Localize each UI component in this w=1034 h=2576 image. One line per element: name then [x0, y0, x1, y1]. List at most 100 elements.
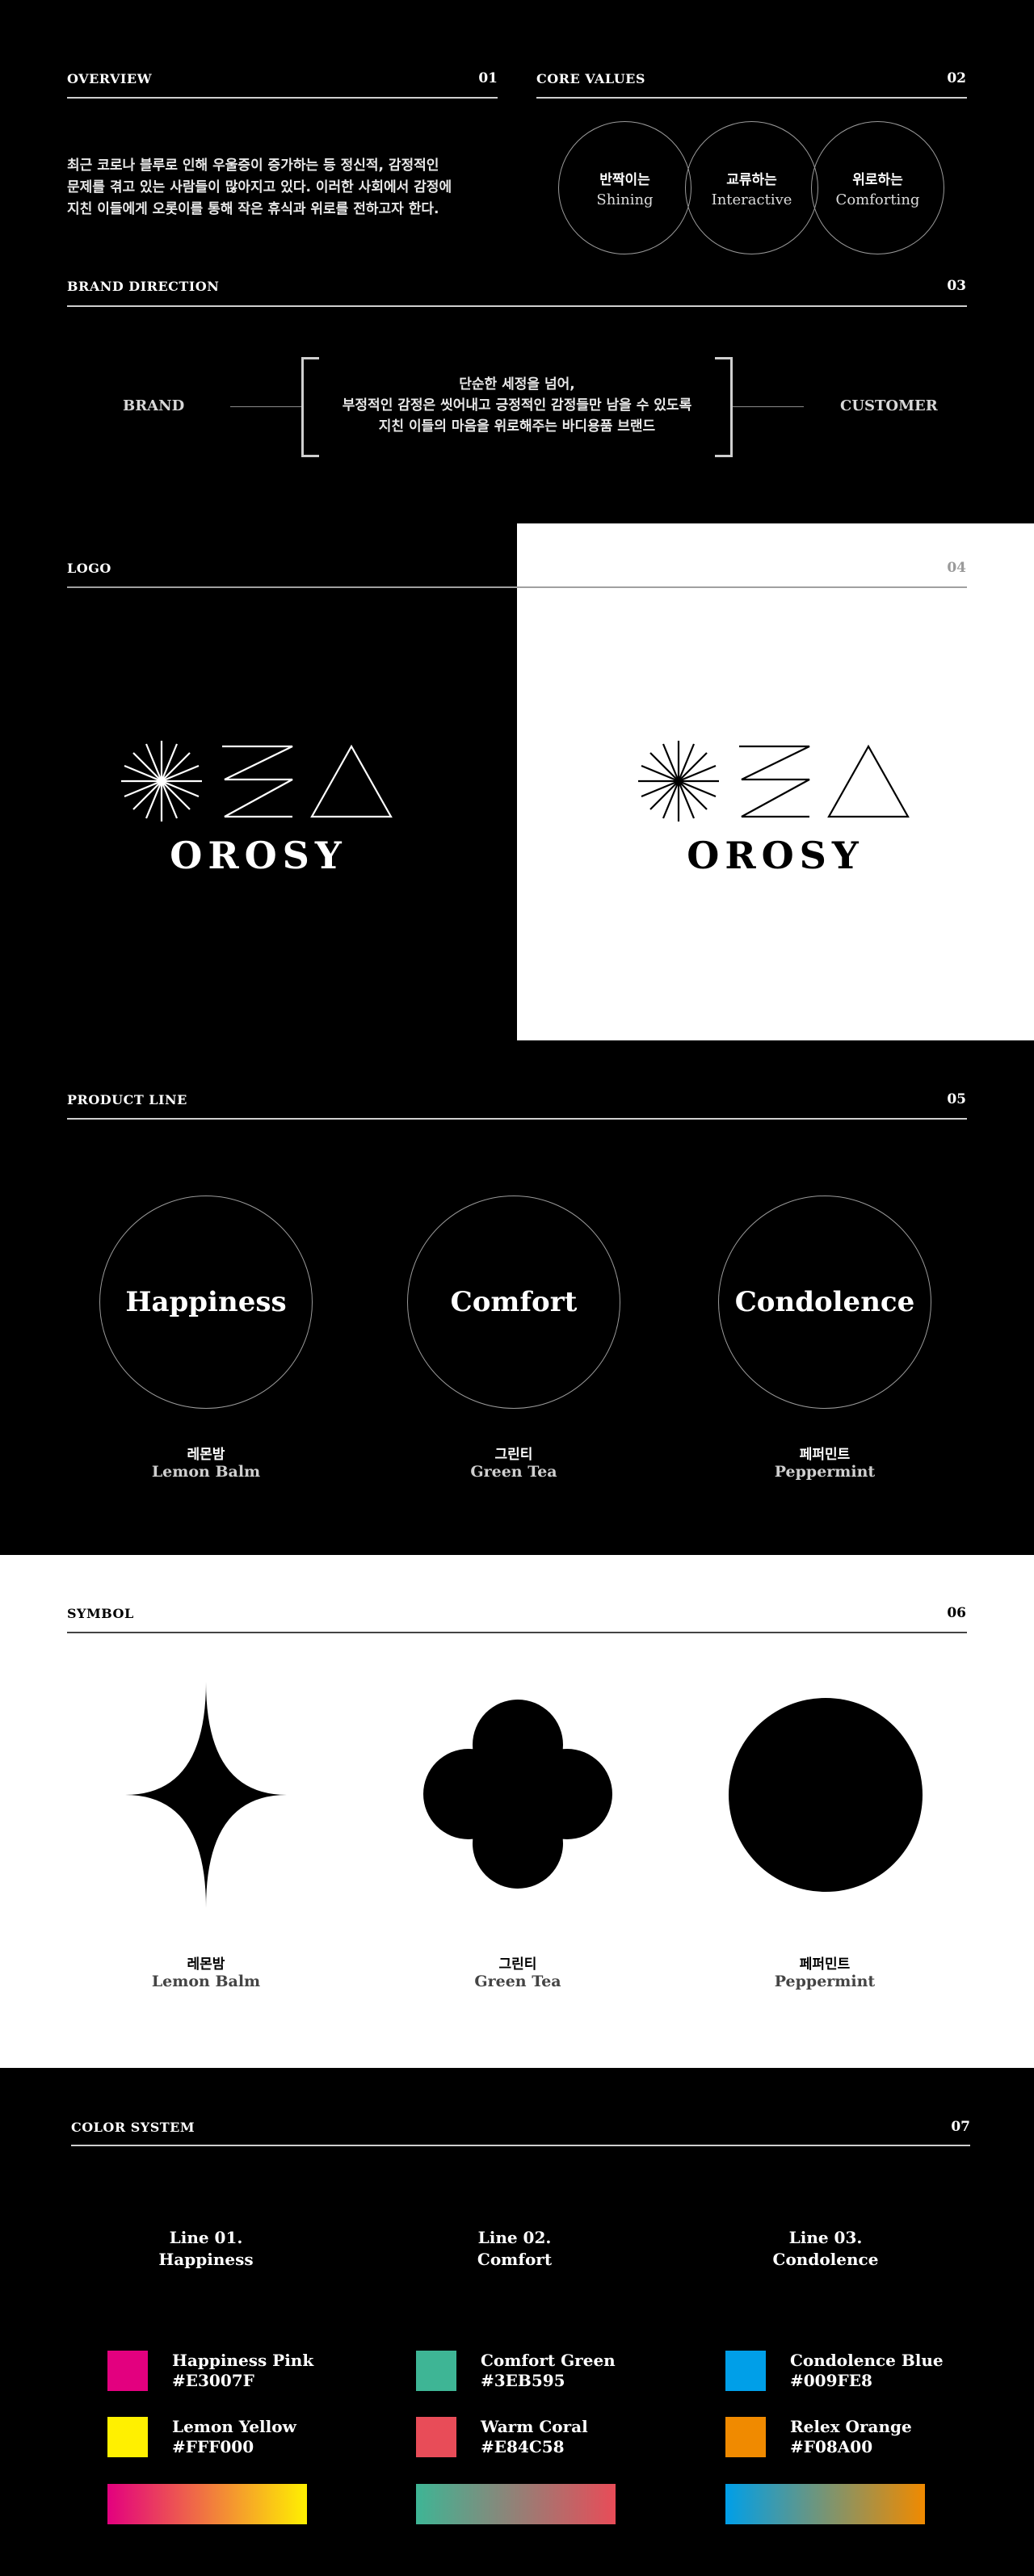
symbol-kor: 레몬밤 — [187, 1956, 225, 1973]
product-name: Happiness — [125, 1286, 287, 1318]
product-eng: Peppermint — [774, 1463, 876, 1481]
product-kor: 페퍼민트 — [799, 1447, 851, 1463]
color-system-num: 07 — [951, 2119, 970, 2135]
color-swatch-warm-coral — [416, 2417, 456, 2457]
product-eng: Lemon Balm — [151, 1463, 261, 1481]
logo-label: LOGO — [67, 561, 111, 576]
logo-wordmark: OROSY — [687, 834, 864, 877]
line-number: Line 03. — [788, 2228, 863, 2247]
brand-label: BRAND — [123, 397, 185, 414]
color-swatch-lemon-yellow — [107, 2417, 148, 2457]
product-caption-comfort: 그린티 Green Tea — [433, 1443, 595, 1481]
logo-num: 04 — [947, 560, 966, 576]
color-hex: #FFF000 — [172, 2437, 254, 2456]
product-line-label: PRODUCT LINE — [67, 1092, 187, 1107]
clover-icon — [423, 1700, 612, 1889]
product-eng: Green Tea — [470, 1463, 557, 1481]
brand-connector-right — [733, 406, 804, 407]
logo-wordmark: OROSY — [170, 834, 347, 877]
color-hex: #E84C58 — [481, 2437, 565, 2456]
overview-num: 01 — [478, 70, 498, 86]
symbol-num: 06 — [947, 1605, 966, 1621]
product-circle-happiness: Happiness — [99, 1196, 313, 1409]
core-value-eng: Comforting — [835, 191, 920, 208]
overview-rule — [67, 97, 498, 99]
logo-dark: OROSY — [121, 739, 396, 877]
core-value-interactive: 교류하는 Interactive — [685, 121, 818, 254]
color-line-3-title: Line 03. Condolence — [745, 2227, 906, 2271]
product-name: Comfort — [450, 1286, 578, 1318]
core-value-eng: Shining — [596, 191, 654, 208]
color-name: Comfort Green — [481, 2351, 616, 2370]
symbol-kor: 그린티 — [498, 1956, 537, 1973]
symbol-rule — [67, 1632, 967, 1633]
overview-label: OVERVIEW — [67, 71, 153, 86]
color-name: Condolence Blue — [790, 2351, 944, 2370]
core-value-kor: 위로하는 — [852, 171, 903, 188]
symbol-kor: 페퍼민트 — [799, 1956, 851, 1973]
brand-connector-left — [230, 406, 301, 407]
line-name: Condolence — [772, 2250, 879, 2269]
line-name: Comfort — [477, 2250, 553, 2269]
sparkle-icon — [125, 1682, 287, 1908]
customer-label: CUSTOMER — [840, 397, 938, 414]
color-name: Relex Orange — [790, 2417, 912, 2436]
color-swatch-happiness-pink — [107, 2351, 148, 2391]
gradient-bar-happiness — [107, 2484, 307, 2524]
color-hex: #3EB595 — [481, 2371, 565, 2390]
logo-rule — [67, 586, 967, 588]
symbol-caption-greentea: 그린티 Green Tea — [437, 1952, 599, 1990]
symbol-label: SYMBOL — [67, 1606, 134, 1621]
color-swatch-relex-orange — [725, 2417, 766, 2457]
color-line-1-title: Line 01. Happiness — [125, 2227, 287, 2271]
color-swatch-condolence-blue — [725, 2351, 766, 2391]
color-system-rule — [71, 2145, 970, 2146]
line-number: Line 02. — [477, 2228, 552, 2247]
symbol-caption-peppermint: 페퍼민트 Peppermint — [744, 1952, 906, 1990]
overview-line-1: 최근 코로나 블루로 인해 우울증이 증가하는 등 정신적, 감정적인 — [67, 158, 439, 174]
color-name: Happiness Pink — [172, 2351, 314, 2370]
core-values-num: 02 — [947, 70, 966, 86]
core-value-comforting: 위로하는 Comforting — [811, 121, 944, 254]
color-system-label: COLOR SYSTEM — [71, 2120, 195, 2135]
gradient-bar-comfort — [416, 2484, 616, 2524]
brand-direction-label: BRAND DIRECTION — [67, 279, 220, 294]
product-kor: 레몬밤 — [187, 1447, 225, 1463]
line-number: Line 01. — [169, 2228, 243, 2247]
color-hex: #E3007F — [172, 2371, 254, 2390]
statement-line-1: 단순한 세정을 넘어, — [459, 376, 575, 393]
gradient-bar-condolence — [725, 2484, 925, 2524]
color-line-2-title: Line 02. Comfort — [434, 2227, 595, 2271]
symbol-eng: Green Tea — [474, 1973, 561, 1990]
product-caption-condolence: 페퍼민트 Peppermint — [744, 1443, 906, 1481]
core-value-eng: Interactive — [711, 191, 792, 208]
bracket-left — [301, 357, 319, 457]
statement-line-3: 지친 이들의 마음을 위로해주는 바디용품 브랜드 — [378, 418, 656, 435]
product-circle-comfort: Comfort — [407, 1196, 620, 1409]
core-values-rule — [536, 97, 967, 99]
product-name: Condolence — [734, 1286, 915, 1318]
circle-icon — [729, 1698, 923, 1892]
core-value-shining: 반짝이는 Shining — [558, 121, 691, 254]
logo-mark-icon — [121, 741, 393, 822]
product-caption-happiness: 레몬밤 Lemon Balm — [125, 1443, 287, 1481]
overview-text: 최근 코로나 블루로 인해 우울증이 증가하는 등 정신적, 감정적인 문제를 … — [67, 155, 503, 221]
core-values-label: CORE VALUES — [536, 71, 645, 86]
core-value-kor: 반짝이는 — [599, 171, 650, 188]
overview-line-3: 지친 이들에게 오롯이를 통해 작은 휴식과 위로를 전하고자 한다. — [67, 201, 439, 217]
symbol-caption-lemon: 레몬밤 Lemon Balm — [125, 1952, 287, 1990]
bracket-right — [715, 357, 733, 457]
product-line-num: 05 — [947, 1091, 966, 1107]
statement-line-2: 부정적인 감정은 씻어내고 긍정적인 감정들만 남을 수 있도록 — [342, 397, 692, 414]
core-value-kor: 교류하는 — [726, 171, 777, 188]
symbol-eng: Lemon Balm — [151, 1973, 261, 1990]
color-hex: #F08A00 — [790, 2437, 873, 2456]
color-name: Warm Coral — [481, 2417, 588, 2436]
product-circle-condolence: Condolence — [718, 1196, 931, 1409]
logo-mark-icon — [638, 741, 910, 822]
color-hex: #009FE8 — [790, 2371, 872, 2390]
brand-direction-num: 03 — [947, 278, 966, 294]
color-name: Lemon Yellow — [172, 2417, 296, 2436]
brand-direction-statement: 단순한 세정을 넘어, 부정적인 감정은 씻어내고 긍정적인 감정들만 남을 수… — [319, 374, 715, 437]
overview-line-2: 문제를 겪고 있는 사람들이 많아지고 있다. 이러한 사회에서 감정에 — [67, 179, 452, 195]
